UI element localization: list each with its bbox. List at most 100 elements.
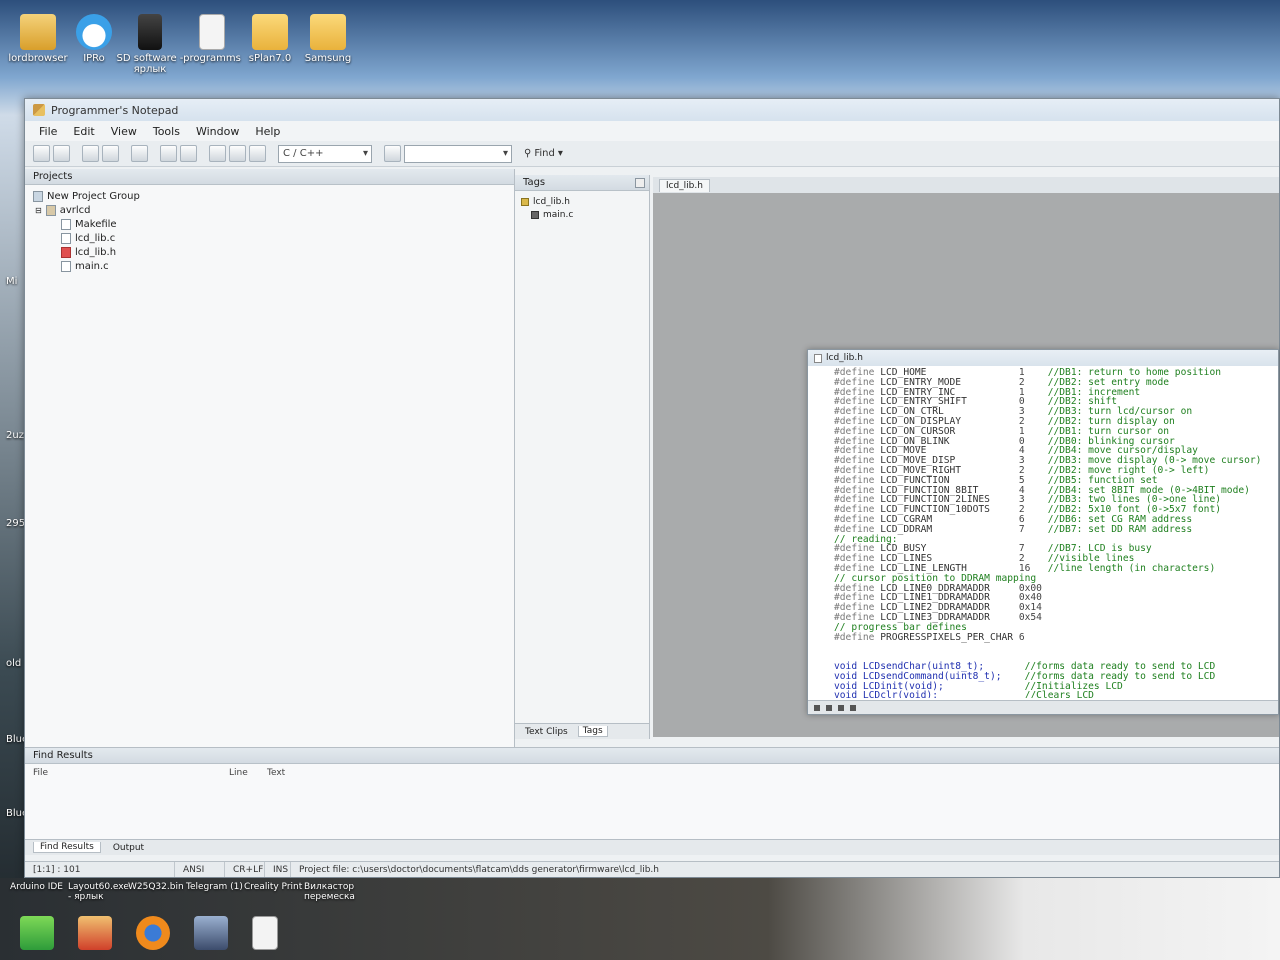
tags-list: lcd_lib.h main.c [515,191,649,221]
line-gutter [812,388,834,398]
document-titlebar[interactable]: lcd_lib.h [808,350,1278,366]
line-gutter [812,466,834,476]
tab-lcd-lib-h[interactable]: lcd_lib.h [659,178,710,192]
line-gutter [812,486,834,496]
menu-edit[interactable]: Edit [73,125,94,138]
chevron-down-icon: ▾ [557,148,563,159]
paste-icon[interactable] [249,145,266,162]
insert-mode: INS [265,862,291,877]
column-text[interactable]: Text [267,768,285,778]
find-in-files-icon[interactable] [384,145,401,162]
menu-view[interactable]: View [111,125,137,138]
new-file-icon[interactable] [33,145,50,162]
redo-icon[interactable] [180,145,197,162]
tab-text-clips[interactable]: Text Clips [521,727,572,737]
save-icon[interactable] [82,145,99,162]
code-line: #define PROGRESSPIXELS_PER_CHAR 6 [812,631,1278,643]
title-bar[interactable]: Programmer's Notepad [25,99,1279,121]
print-icon[interactable] [131,145,148,162]
line-gutter [812,446,834,456]
menu-tools[interactable]: Tools [153,125,180,138]
cursor-position: [1:1] : 101 [25,862,175,877]
desktop-label[interactable]: W25Q32.bin [128,882,184,892]
menu-file[interactable]: File [39,125,57,138]
cut-icon[interactable] [209,145,226,162]
tree-item-main-c[interactable]: main.c [29,259,514,273]
menu-help[interactable]: Help [255,125,280,138]
column-file[interactable]: File [33,768,229,778]
line-gutter [812,427,834,437]
whitespace-icon[interactable] [838,704,844,711]
line-gutter [812,407,834,417]
tags-tabbar: Text Clips Tags [515,723,649,739]
desktop-label[interactable]: Layout60.exe - ярлык [68,882,129,902]
project-tree: New Project Group ⊟ avrlcd Makefile lcd_… [25,185,514,273]
tree-item-project-group[interactable]: New Project Group [29,189,514,203]
shortcut-icon [138,14,162,50]
blender-icon[interactable] [136,916,170,950]
undo-icon[interactable] [160,145,177,162]
code-editor[interactable]: #define LCD_HOME 1 //DB1: return to home… [808,366,1278,698]
menu-window[interactable]: Window [196,125,239,138]
cloud-icon [76,14,112,50]
desktop-bottom: Arduino IDE Layout60.exe - ярлык W25Q32.… [0,878,1280,960]
copy-icon[interactable] [229,145,246,162]
line-gutter [812,378,834,388]
encoding[interactable]: ANSI [175,862,225,877]
folder-icon [252,14,288,50]
desktop-label[interactable]: Arduino IDE [10,882,63,892]
desktop-label[interactable]: Creality Print [244,882,302,892]
line-gutter [812,564,834,574]
line-ending[interactable]: CR+LF [225,862,265,877]
line-gutter [812,456,834,466]
line-gutter [812,417,834,427]
bluestacks-icon[interactable] [20,916,54,950]
tab-output[interactable]: Output [107,843,150,853]
sprint-layout-icon[interactable] [194,916,228,950]
desktop-label[interactable]: Telegram (1) [186,882,243,892]
zoom-icon[interactable] [850,704,856,711]
line-gutter [812,691,834,698]
line-gutter [812,505,834,515]
toolbar: C / C++ ▾ ▾ ⚲ Find ▾ [25,141,1279,167]
window-title: Programmer's Notepad [51,103,179,117]
desktop-label: Mi [6,276,18,287]
status-bar: [1:1] : 101 ANSI CR+LF INS Project file:… [25,861,1279,877]
tree-item-avrlcd[interactable]: ⊟ avrlcd [29,203,514,217]
mi-app-icon[interactable] [78,916,112,950]
document-statusbar [808,700,1278,714]
folder-icon [310,14,346,50]
close-icon[interactable] [635,177,645,188]
tags-header: Tags [515,175,649,191]
line-gutter [812,662,834,672]
tag-item[interactable]: lcd_lib.h [521,195,649,208]
document-icon [199,14,225,50]
tree-item-lcd-lib-c[interactable]: lcd_lib.c [29,231,514,245]
scheme-select[interactable]: C / C++ ▾ [278,144,372,163]
wrap-icon[interactable] [826,704,832,711]
file-tag-icon [521,197,529,206]
quick-find-input[interactable]: ▾ [404,144,512,163]
split-icon[interactable] [814,704,820,711]
desktop-icon-samsung[interactable]: Samsung [290,14,366,64]
tree-item-makefile[interactable]: Makefile [29,217,514,231]
find-results-header: Find Results [25,748,1279,764]
text-file-icon[interactable] [252,916,278,950]
binoculars-icon: ⚲ [524,148,532,159]
code-text: #define PROGRESSPIXELS_PER_CHAR 6 [834,631,1048,643]
file-icon [814,353,822,363]
save-all-icon[interactable] [102,145,119,162]
desktop-label[interactable]: Вилкастор перемеска [304,882,364,902]
find-button[interactable]: ⚲ Find ▾ [524,148,563,159]
tab-find-results[interactable]: Find Results [33,842,101,853]
column-line[interactable]: Line [229,768,267,778]
code-text: void LCDclr(void); //Clears LCD [834,690,1094,698]
chevron-down-icon: ▾ [362,148,368,159]
line-gutter [812,397,834,407]
open-file-icon[interactable] [53,145,70,162]
code-line [812,642,1278,652]
collapse-icon[interactable]: ⊟ [35,206,42,215]
tab-tags[interactable]: Tags [577,726,608,737]
tree-item-lcd-lib-h[interactable]: lcd_lib.h [29,245,514,259]
tag-item[interactable]: main.c [521,208,649,221]
